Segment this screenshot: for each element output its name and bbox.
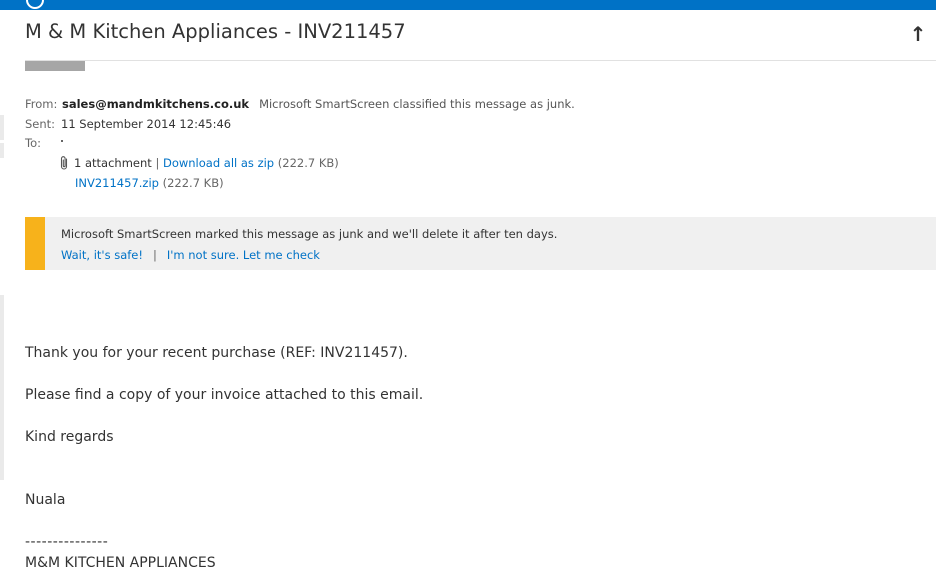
paperclip-icon bbox=[58, 155, 70, 171]
sent-label: Sent: bbox=[25, 117, 56, 131]
sent-date: 11 September 2014 12:45:46 bbox=[61, 117, 232, 131]
message-subject: M & M Kitchen Appliances - INV211457 bbox=[25, 20, 406, 43]
download-size: (222.7 KB) bbox=[277, 156, 339, 170]
attachment-file-link[interactable]: INV211457.zip bbox=[75, 176, 159, 190]
gray-tab bbox=[25, 61, 85, 71]
check-link[interactable]: I'm not sure. Let me check bbox=[167, 248, 320, 262]
to-row: To: bbox=[25, 136, 41, 150]
body-text: Kind regards bbox=[25, 429, 114, 445]
junk-banner-actions: Wait, it's safe! | I'm not sure. Let me ch… bbox=[61, 248, 320, 262]
to-label: To: bbox=[25, 136, 41, 150]
rail-marker bbox=[0, 295, 4, 480]
rail-marker bbox=[0, 143, 4, 158]
app-logo-icon[interactable] bbox=[26, 0, 44, 9]
sender-address[interactable]: sales@mandmkitchens.co.uk bbox=[62, 97, 249, 111]
divider bbox=[25, 60, 936, 61]
junk-warning-bar bbox=[25, 217, 45, 270]
app-top-bar bbox=[0, 0, 936, 10]
body-text: Please find a copy of your invoice attac… bbox=[25, 387, 424, 403]
junk-banner-text: Microsoft SmartScreen marked this messag… bbox=[61, 227, 558, 241]
junk-classified-note: Microsoft SmartScreen classified this me… bbox=[259, 97, 575, 111]
up-arrow-icon[interactable]: ↑ bbox=[906, 20, 930, 48]
attachment-summary: 1 attachment | Download all as zip (222.… bbox=[58, 155, 339, 171]
from-row: From: sales@mandmkitchens.co.uk Microsoft … bbox=[25, 97, 575, 111]
signature-name: Nuala bbox=[25, 492, 66, 508]
attachment-separator: | bbox=[155, 156, 160, 170]
attachment-file: INV211457.zip (222.7 KB) bbox=[75, 176, 224, 190]
junk-banner: Microsoft SmartScreen marked this messag… bbox=[25, 217, 936, 270]
to-recipient[interactable] bbox=[61, 140, 63, 142]
rail-marker bbox=[0, 115, 4, 140]
body-text: Thank you for your recent purchase (REF:… bbox=[25, 345, 408, 361]
signature-company: M&M KITCHEN APPLIANCES bbox=[25, 555, 216, 571]
from-label: From: bbox=[25, 97, 58, 111]
attachment-count: 1 attachment bbox=[74, 156, 152, 170]
sent-row: Sent: 11 September 2014 12:45:46 bbox=[25, 117, 231, 131]
signature-divider: --------------- bbox=[25, 534, 109, 550]
left-rail bbox=[0, 10, 4, 576]
junk-actions-separator: | bbox=[152, 248, 157, 262]
attachment-file-size: (222.7 KB) bbox=[162, 176, 224, 190]
download-all-link[interactable]: Download all as zip bbox=[163, 156, 274, 170]
not-junk-link[interactable]: Wait, it's safe! bbox=[61, 248, 143, 262]
